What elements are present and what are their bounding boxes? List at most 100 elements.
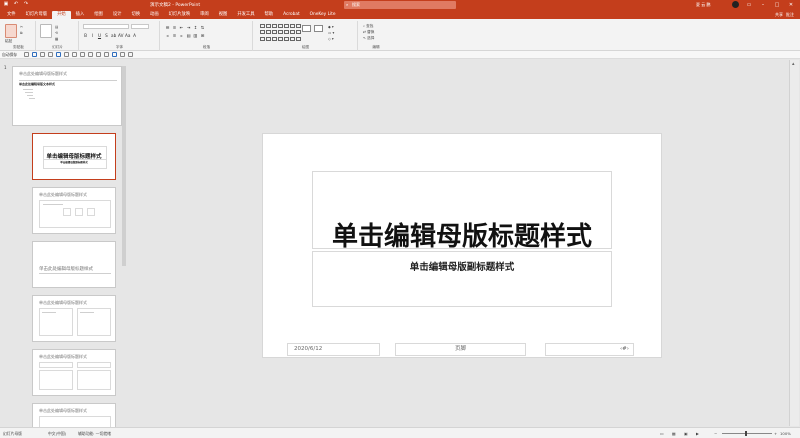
customize-icon[interactable] (128, 52, 133, 57)
thumbnail-layout-3[interactable]: 单击此处编辑母版标题样式 (32, 241, 116, 288)
status-accessibility[interactable]: 辅助功能: 一切就绪 (78, 431, 111, 437)
share-button[interactable]: 共享 (775, 11, 783, 19)
font-name-combo[interactable] (83, 24, 129, 29)
format-painter-icon[interactable] (104, 52, 109, 57)
page-number-placeholder[interactable]: ‹#› (545, 343, 634, 356)
layout-icon[interactable]: ▤ (55, 25, 58, 29)
close-icon[interactable]: ✕ (784, 0, 798, 10)
normal-view-icon[interactable]: ▭ (660, 431, 664, 436)
tab-draw[interactable]: 绘图 (89, 11, 108, 19)
minimize-icon[interactable]: – (756, 0, 770, 10)
line-spacing-icon[interactable]: ↕ (193, 25, 198, 30)
reset-icon[interactable]: ⟲ (55, 31, 58, 35)
reading-view-icon[interactable]: ▣ (684, 431, 688, 436)
save-icon[interactable] (32, 52, 37, 57)
thumbnail-layout-6[interactable]: 单击此处编辑母版标题样式 (32, 403, 116, 427)
tab-file[interactable]: 文件 (2, 11, 21, 19)
new-icon[interactable] (72, 52, 77, 57)
shape-effects-icon[interactable]: ◇ ▾ (328, 37, 334, 41)
thumbnail-layout-5[interactable]: 单击此处编辑母版标题样式 (32, 349, 116, 396)
copy-icon[interactable]: ⧉ (20, 31, 23, 35)
zoom-out-icon[interactable]: − (714, 431, 717, 436)
date-placeholder[interactable]: 2020/6/12 (287, 343, 380, 356)
thumbnail-master[interactable]: 单击此处编辑母版标题样式 单击此处编辑母版文本样式 (12, 66, 122, 126)
tab-transitions[interactable]: 切换 (126, 11, 145, 19)
align-center-icon[interactable]: ≡ (172, 33, 177, 38)
strike-icon[interactable]: S (104, 33, 109, 38)
quick-styles-button[interactable] (314, 25, 323, 32)
direction-icon[interactable]: ⇅ (200, 25, 205, 30)
presenter-icon[interactable] (56, 52, 61, 57)
font-size-combo[interactable] (131, 24, 149, 29)
select-button[interactable]: ↖ 选择 (363, 36, 374, 41)
italic-icon[interactable]: I (90, 33, 95, 38)
tab-home[interactable]: 开始 (52, 11, 71, 19)
save-icon[interactable]: ▣ (3, 1, 9, 7)
undo-icon[interactable]: ↶ (13, 1, 19, 7)
tab-slide-master[interactable]: 幻灯片母版 (21, 11, 52, 19)
draw-icon[interactable] (112, 52, 117, 57)
zoom-level[interactable]: 100% (780, 431, 791, 436)
shadow-icon[interactable]: ab (111, 33, 116, 38)
cut-icon[interactable]: ✂ (20, 25, 23, 29)
align-left-icon[interactable]: ⫷ (165, 33, 170, 38)
tab-help[interactable]: 帮助 (260, 11, 279, 19)
thumbnail-title-layout[interactable]: 单击编辑母版标题样式 单击编辑母版副标题样式 (32, 133, 116, 180)
title-placeholder[interactable]: 单击编辑母版标题样式 (312, 171, 612, 252)
indent-less-icon[interactable]: ⇤ (179, 25, 184, 30)
slideshow-view-icon[interactable]: ▶ (696, 431, 699, 436)
open-icon[interactable] (80, 52, 85, 57)
redo-icon[interactable] (48, 52, 53, 57)
picture-icon[interactable] (120, 52, 125, 57)
bold-icon[interactable]: B (83, 33, 88, 38)
status-language[interactable]: 中文(中国) (48, 431, 66, 437)
zoom-slider[interactable] (722, 433, 772, 434)
bullets-icon[interactable]: ☰ (165, 25, 170, 30)
shapes-gallery[interactable] (260, 24, 301, 42)
spell-icon[interactable] (96, 52, 101, 57)
zoom-slider-knob[interactable] (745, 431, 747, 436)
comments-button[interactable]: 批注 (786, 11, 794, 19)
new-slide-button[interactable] (40, 24, 52, 38)
print-icon[interactable] (88, 52, 93, 57)
numbering-icon[interactable]: ≡ (172, 25, 177, 30)
slideshow-icon[interactable] (64, 52, 69, 57)
thumbnail-layout-2[interactable]: 单击此处编辑母版标题样式 (32, 187, 116, 234)
section-icon[interactable]: ▦ (55, 37, 58, 41)
maximize-icon[interactable]: □ (770, 0, 784, 10)
tab-design[interactable]: 设计 (108, 11, 127, 19)
autosave-toggle-icon[interactable] (24, 52, 29, 57)
font-color-icon[interactable]: A (132, 33, 137, 38)
zoom-in-icon[interactable]: + (774, 431, 777, 436)
find-button[interactable]: ⌕ 查找 (363, 24, 373, 29)
tab-onekey[interactable]: OneKey Lite (305, 11, 341, 19)
columns-icon[interactable]: ▥ (193, 33, 198, 38)
paste-button[interactable] (5, 24, 17, 38)
tab-acrobat[interactable]: Acrobat (278, 11, 305, 19)
sorter-view-icon[interactable]: ▦ (672, 431, 676, 436)
shape-outline-icon[interactable]: ▭ ▾ (328, 31, 334, 35)
redo-icon[interactable]: ↷ (23, 1, 29, 7)
smartart-icon[interactable]: ⊞ (200, 33, 205, 38)
replace-button[interactable]: ⇄ 替换 (363, 30, 374, 35)
case-icon[interactable]: Aa (125, 33, 130, 38)
thumbnail-scrollbar[interactable] (122, 66, 126, 266)
avatar[interactable] (732, 1, 739, 8)
tab-view[interactable]: 视图 (214, 11, 233, 19)
undo-icon[interactable] (40, 52, 45, 57)
tab-insert[interactable]: 插入 (71, 11, 90, 19)
tab-review[interactable]: 审阅 (195, 11, 214, 19)
indent-more-icon[interactable]: ⇥ (186, 25, 191, 30)
shape-fill-icon[interactable]: ◆ ▾ (328, 25, 334, 29)
footer-placeholder[interactable]: 页脚 (395, 343, 526, 356)
justify-icon[interactable]: ▤ (186, 33, 191, 38)
canvas-scrollbar[interactable]: ▴ (789, 60, 799, 426)
user-name[interactable]: 夏 云 鹏 (696, 2, 711, 8)
autosave-label[interactable]: 自动保存 (2, 52, 17, 58)
tab-developer[interactable]: 开发工具 (232, 11, 259, 19)
underline-icon[interactable]: U (97, 33, 102, 38)
search-box[interactable]: ⌕ 搜索 (344, 1, 456, 9)
thumbnail-layout-4[interactable]: 单击此处编辑母版标题样式 (32, 295, 116, 342)
align-right-icon[interactable]: ⫸ (179, 33, 184, 38)
tab-slideshow[interactable]: 幻灯片放映 (164, 11, 195, 19)
